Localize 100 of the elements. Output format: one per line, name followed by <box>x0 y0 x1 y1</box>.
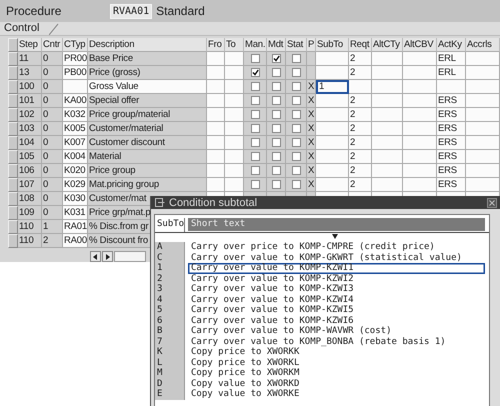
column-header[interactable]: Reqt <box>349 38 372 52</box>
row-selector[interactable] <box>8 206 18 220</box>
subtotal-key[interactable]: B <box>155 326 185 336</box>
checkbox[interactable] <box>292 68 300 77</box>
list-item[interactable]: Carry over value to KOMP-KZWI2 <box>188 274 485 284</box>
checkbox[interactable] <box>250 166 260 175</box>
subtotal-field[interactable]: 1 <box>316 80 349 94</box>
list-item[interactable]: Copy price to XWORKL <box>188 358 485 368</box>
list-item[interactable]: Copy price to XWORKK <box>188 347 485 358</box>
subtotal-key[interactable]: 3 <box>155 284 185 294</box>
column-header[interactable]: ActKy <box>437 38 466 52</box>
column-header[interactable]: Accrls <box>466 38 500 52</box>
select-all-button[interactable] <box>8 38 18 52</box>
column-header[interactable]: Stat <box>286 38 307 52</box>
checkbox[interactable] <box>250 110 260 119</box>
list-item[interactable]: Carry over value to KOMP-GKWRT (statistical value) <box>188 252 485 263</box>
column-header[interactable]: Description <box>88 38 207 52</box>
checkbox[interactable] <box>250 68 260 77</box>
row-selector[interactable] <box>8 108 18 122</box>
checkbox[interactable] <box>272 68 280 77</box>
checkbox[interactable] <box>272 166 280 175</box>
row-selector[interactable] <box>8 192 18 206</box>
checkbox[interactable] <box>292 124 300 133</box>
row-selector[interactable] <box>8 164 18 178</box>
subtotal-key[interactable]: 5 <box>155 305 185 316</box>
list-item[interactable]: Copy value to XWORKE <box>188 389 485 400</box>
row-selector[interactable] <box>8 80 18 94</box>
scroll-left-icon[interactable] <box>90 251 101 262</box>
list-item[interactable]: Carry over value to KOMP-KZWI4 <box>188 294 485 305</box>
row-selector[interactable] <box>8 220 18 234</box>
subtotal-key[interactable]: 4 <box>155 294 185 305</box>
column-header[interactable]: AltCTy <box>372 38 403 52</box>
column-header[interactable]: Cntr <box>42 38 63 52</box>
column-header[interactable]: Mdt <box>267 38 286 52</box>
row-selector[interactable] <box>8 52 18 66</box>
checkbox[interactable] <box>292 110 300 119</box>
checkbox[interactable] <box>250 180 260 189</box>
subtotal-key[interactable]: 7 <box>155 336 185 347</box>
subtotal-key[interactable]: 1 <box>155 263 185 274</box>
column-header[interactable]: SubTo <box>316 38 349 52</box>
row-selector[interactable] <box>8 122 18 136</box>
column-header[interactable]: Short text <box>188 218 485 231</box>
subtotal-key[interactable]: K <box>155 347 185 358</box>
table-cell <box>207 66 225 80</box>
subtotal-key[interactable]: A <box>155 242 185 252</box>
checkbox[interactable] <box>272 124 280 133</box>
scroll-right-icon[interactable] <box>102 251 113 262</box>
column-header[interactable]: P <box>307 38 316 52</box>
list-item[interactable]: Carry over value to KOMP_BONBA (rebate basis 1) <box>188 336 485 347</box>
subtotal-key[interactable]: M <box>155 368 185 378</box>
checkbox[interactable] <box>292 138 300 147</box>
row-selector[interactable] <box>8 150 18 164</box>
checkbox[interactable] <box>272 110 280 119</box>
row-selector[interactable] <box>8 94 18 108</box>
checkbox[interactable] <box>292 96 300 105</box>
checkbox[interactable] <box>292 54 300 63</box>
row-selector[interactable] <box>8 136 18 150</box>
checkbox[interactable] <box>292 152 300 161</box>
column-header[interactable]: CTyp <box>63 38 88 52</box>
table-cell: ERS <box>437 164 466 178</box>
list-item[interactable]: Copy value to XWORKD <box>188 378 485 389</box>
list-item[interactable]: Carry over value to KOMP-KZWI6 <box>188 316 485 326</box>
checkbox[interactable] <box>272 54 280 63</box>
checkbox[interactable] <box>272 82 280 91</box>
close-icon[interactable] <box>487 198 497 208</box>
list-item[interactable]: Carry over value to KOMP-KZWI5 <box>188 305 485 316</box>
checkbox[interactable] <box>250 124 260 133</box>
subtotal-key[interactable]: 6 <box>155 316 185 326</box>
column-header[interactable]: SubTo <box>155 218 185 232</box>
checkbox[interactable] <box>250 82 260 91</box>
column-header[interactable]: AltCBV <box>403 38 437 52</box>
checkbox[interactable] <box>272 152 280 161</box>
checkbox[interactable] <box>292 166 300 175</box>
subtotal-key[interactable]: C <box>155 252 185 263</box>
row-selector[interactable] <box>8 178 18 192</box>
table-cell <box>403 164 437 178</box>
subtotal-key[interactable]: E <box>155 389 185 400</box>
list-item[interactable]: Carry over value to KOMP-WAVWR (cost) <box>188 326 485 336</box>
list-item[interactable]: Copy price to XWORKM <box>188 368 485 378</box>
checkbox[interactable] <box>250 138 260 147</box>
column-header[interactable]: To <box>225 38 244 52</box>
checkbox[interactable] <box>292 82 300 91</box>
checkbox[interactable] <box>272 138 280 147</box>
row-selector[interactable] <box>8 234 18 248</box>
row-selector[interactable] <box>8 66 18 80</box>
subtotal-key[interactable]: D <box>155 378 185 389</box>
checkbox[interactable] <box>292 180 300 189</box>
column-header[interactable]: Step <box>18 38 42 52</box>
column-header[interactable]: Man. <box>244 38 267 52</box>
checkbox[interactable] <box>250 96 260 105</box>
column-header[interactable]: Fro <box>207 38 225 52</box>
checkbox[interactable] <box>272 96 280 105</box>
subtotal-key[interactable]: L <box>155 358 185 368</box>
subtotal-key[interactable]: 2 <box>155 274 185 284</box>
procedure-field[interactable]: RVAA01 <box>110 4 152 18</box>
checkbox[interactable] <box>250 152 260 161</box>
list-item[interactable]: Carry over value to KOMP-KZWI3 <box>188 284 485 294</box>
list-item[interactable]: Carry over value to KOMP-KZWI1 <box>188 263 485 274</box>
checkbox[interactable] <box>250 54 260 63</box>
checkbox[interactable] <box>272 180 280 189</box>
